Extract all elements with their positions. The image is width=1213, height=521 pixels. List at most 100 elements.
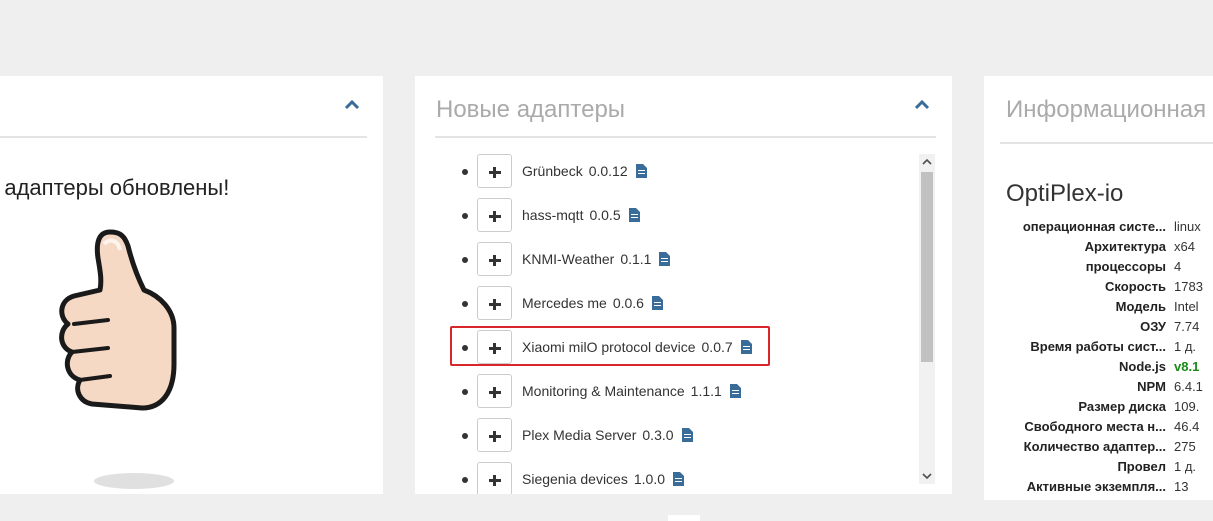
adapter-name: Plex Media Server [522,427,637,443]
documentation-icon[interactable] [729,384,741,398]
adapter-item: hass-mqtt 0.0.5 [435,198,905,234]
info-label: Провел [1117,459,1166,474]
adapter-item: KNMI-Weather 0.1.1 [435,242,905,278]
info-value: linux [1174,219,1201,234]
adapter-version: 0.0.5 [589,207,621,223]
add-adapter-button[interactable] [477,286,512,320]
info-label: NPM [1137,379,1166,394]
adapter-name: hass-mqtt [522,207,584,223]
add-adapter-button[interactable] [477,374,512,408]
info-value: 109. [1174,399,1200,414]
adapter-item: Monitoring & Maintenance 1.1.1 [435,374,905,410]
new-adapters-divider [435,136,936,138]
thumbs-up-icon [59,229,177,489]
info-value: 1783 [1174,279,1203,294]
adapter-name: Siegenia devices [522,471,628,487]
info-row: Размер диска 109. [1006,397,1213,417]
info-row: ОЗУ 7.74 [1006,317,1213,337]
adapter-version: 1.1.1 [690,383,722,399]
info-row: процессоры 4 [1006,257,1213,277]
adapter-item: Mercedes me 0.0.6 [435,286,905,322]
info-row: Количество адаптер... 275 [1006,437,1213,457]
info-value: 6.4.1 [1174,379,1203,394]
info-label: Время работы сист... [1030,339,1166,354]
new-adapters-panel: Новые адаптеры Grünbeck 0.0.12 hass-mqtt 0… [415,76,952,494]
list-bullet [462,257,468,263]
info-row: операционная систе... linux [1006,217,1213,237]
list-bullet [462,433,468,439]
bottom-scroll-tab[interactable] [668,515,700,521]
system-info-divider [1000,142,1213,144]
info-value: 1 д. [1174,339,1197,354]
scroll-down-arrow-icon[interactable] [919,468,935,484]
node-version-value: v8.1 [1174,359,1200,374]
info-label: Количество адаптер... [1023,439,1166,454]
info-value: 7.74 [1174,319,1200,334]
info-value: x64 [1174,239,1195,254]
info-row: Модель Intel [1006,297,1213,317]
info-label: Архитектура [1084,239,1166,254]
add-adapter-button[interactable] [477,418,512,452]
list-bullet [462,389,468,395]
info-row: Свободного места н... 46.4 [1006,417,1213,437]
adapter-name: Mercedes me [522,295,607,311]
adapter-item: Grünbeck 0.0.12 [435,154,905,190]
adapter-item: Plex Media Server 0.3.0 [435,418,905,454]
adapter-version: 0.0.6 [612,295,644,311]
info-label: ОЗУ [1140,319,1166,334]
info-label: Активные экземпля... [1026,479,1166,494]
info-row: Активные экземпля... 13 [1006,477,1213,497]
all-adapters-updated-message: е адаптеры обновлены! [0,175,230,200]
documentation-icon[interactable] [673,472,684,486]
collapse-chevron-up-icon[interactable] [913,96,931,114]
adapter-version: 0.1.1 [620,251,652,267]
updates-panel-divider [0,136,367,138]
add-adapter-button[interactable] [477,154,512,188]
scrollbar-thumb[interactable] [921,172,933,362]
info-value: Intel [1174,299,1199,314]
info-row: NPM 6.4.1 [1006,377,1213,397]
system-info-title: Информационная [1006,96,1207,123]
info-value: 275 [1174,439,1196,454]
info-value: 13 [1174,479,1189,494]
info-label: Node.js [1119,359,1166,374]
collapse-chevron-up-icon[interactable] [343,96,361,114]
highlight-annotation-box [450,326,770,366]
info-value: 4 [1174,259,1182,274]
info-row: Node.js v8.1 [1006,357,1213,377]
info-row: Архитектура x64 [1006,237,1213,257]
adapter-name: Grünbeck [522,163,583,179]
info-label: Скорость [1105,279,1166,294]
documentation-icon[interactable] [628,208,640,222]
scroll-up-arrow-icon[interactable] [919,154,935,170]
list-bullet [462,213,468,219]
documentation-icon[interactable] [659,252,671,266]
list-bullet [462,477,468,483]
list-bullet [462,301,468,307]
info-value: 1 д. [1174,459,1197,474]
add-adapter-button[interactable] [477,198,512,232]
documentation-icon[interactable] [681,428,693,442]
new-adapters-list[interactable]: Grünbeck 0.0.12 hass-mqtt 0.0.5 KNMI-Weath… [435,152,935,494]
adapter-version: 0.0.12 [588,163,628,179]
documentation-icon[interactable] [635,164,647,178]
host-name: OptiPlex-io [1006,180,1124,207]
info-label: Свободного места н... [1024,419,1166,434]
updates-panel: я е адаптеры обновлены! [0,76,383,494]
info-label: процессоры [1085,259,1166,274]
documentation-icon[interactable] [651,296,663,310]
info-row: Скорость 1783 [1006,277,1213,297]
adapter-item: Siegenia devices 1.0.0 [435,462,905,494]
info-label: Размер диска [1078,399,1166,414]
info-value: 46.4 [1174,419,1200,434]
new-adapters-title: Новые адаптеры [436,96,626,123]
add-adapter-button[interactable] [477,242,512,276]
adapter-version: 1.0.0 [633,471,665,487]
add-adapter-button[interactable] [477,462,512,494]
adapter-list-scrollbar[interactable] [919,154,935,484]
info-label: операционная систе... [1022,219,1166,234]
list-bullet [462,169,468,175]
info-label: Модель [1115,299,1166,314]
adapter-name: KNMI-Weather [522,251,615,267]
system-info-panel: Информационная OptiPlex-io операционная … [984,76,1213,500]
